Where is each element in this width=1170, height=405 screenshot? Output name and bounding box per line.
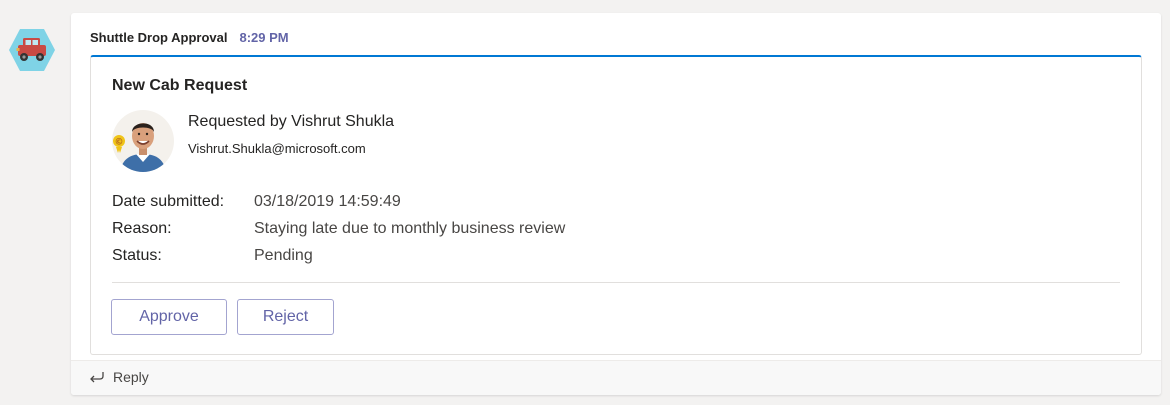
reply-button[interactable]: Reply (89, 369, 149, 385)
card-divider (112, 282, 1120, 283)
bot-avatar[interactable] (8, 26, 56, 74)
fact-label: Status: (112, 246, 162, 264)
fact-value: 03/18/2019 14:59:49 (254, 192, 401, 210)
reply-bar: Reply (71, 360, 1161, 395)
approve-button[interactable]: Approve (111, 299, 227, 335)
fact-value: Pending (254, 246, 313, 264)
requester-avatar: © (112, 110, 174, 172)
card-title: New Cab Request (112, 77, 248, 94)
sender-name[interactable]: Shuttle Drop Approval (90, 30, 227, 45)
car-icon (9, 29, 55, 71)
reject-button[interactable]: Reject (237, 299, 334, 335)
fact-set: Date submitted: 03/18/2019 14:59:49 Reas… (112, 188, 565, 269)
message-header: Shuttle Drop Approval 8:29 PM (90, 30, 289, 48)
svg-text:©: © (115, 138, 124, 148)
fact-value: Staying late due to monthly business rev… (254, 219, 566, 237)
adaptive-card: New Cab Request © Requested by Vishrut S… (90, 55, 1142, 355)
reply-arrow-icon (90, 372, 104, 383)
fact-row-status: Status: Pending (112, 242, 565, 269)
fact-row-date: Date submitted: 03/18/2019 14:59:49 (112, 188, 565, 215)
reply-label: Reply (113, 369, 149, 385)
fact-row-reason: Reason: Staying late due to monthly busi… (112, 215, 565, 242)
fact-label: Date submitted: (112, 192, 225, 210)
message-container: Shuttle Drop Approval 8:29 PM New Cab Re… (71, 13, 1161, 395)
fact-label: Reason: (112, 219, 172, 237)
requester-name: Requested by Vishrut Shukla (188, 113, 395, 130)
requester-email: Vishrut.Shukla@microsoft.com (188, 141, 366, 156)
message-timestamp: 8:29 PM (239, 30, 289, 45)
